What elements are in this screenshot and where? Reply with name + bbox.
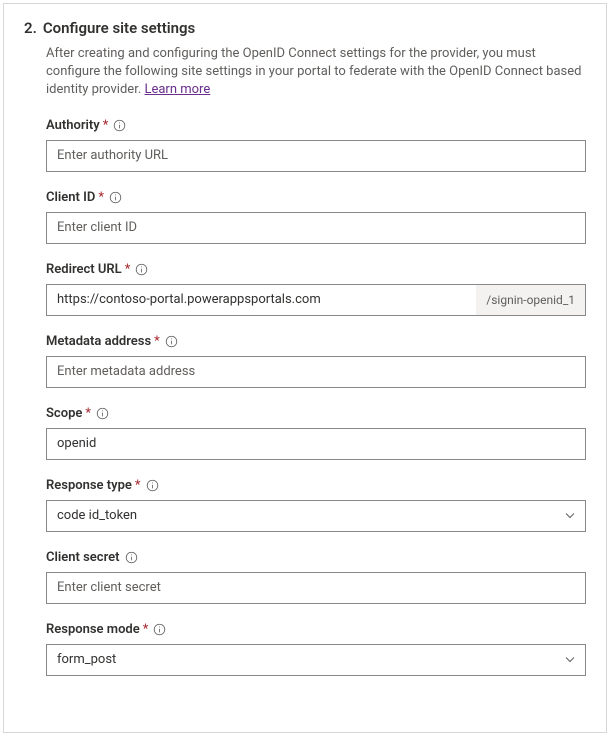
response-type-field: Response type * code id_token <box>46 478 586 532</box>
required-indicator: * <box>154 334 160 349</box>
client-id-label: Client ID <box>46 190 95 205</box>
response-mode-value: form_post <box>57 652 116 667</box>
client-secret-label: Client secret <box>46 550 120 565</box>
info-icon[interactable] <box>113 119 126 132</box>
scope-label: Scope <box>46 406 82 421</box>
redirect-url-field: Redirect URL * /signin-openid_1 <box>46 262 586 316</box>
response-type-select[interactable]: code id_token <box>46 500 586 532</box>
response-mode-field: Response mode * form_post <box>46 622 586 676</box>
fields-container: Authority * Client ID * Redirect URL <box>46 118 586 676</box>
client-secret-field: Client secret <box>46 550 586 604</box>
client-id-input[interactable] <box>46 212 586 244</box>
step-number: 2. <box>24 19 37 37</box>
authority-field: Authority * <box>46 118 586 172</box>
client-secret-input[interactable] <box>46 572 586 604</box>
scope-input[interactable] <box>46 428 586 460</box>
info-icon[interactable] <box>146 479 159 492</box>
required-indicator: * <box>125 262 131 277</box>
response-type-value: code id_token <box>57 508 137 523</box>
redirect-url-input[interactable] <box>46 284 476 316</box>
info-icon[interactable] <box>165 335 178 348</box>
info-icon[interactable] <box>109 191 122 204</box>
info-icon[interactable] <box>135 263 148 276</box>
metadata-address-field: Metadata address * <box>46 334 586 388</box>
response-type-label: Response type <box>46 478 132 493</box>
response-mode-select[interactable]: form_post <box>46 644 586 676</box>
scope-field: Scope * <box>46 406 586 460</box>
section-description: After creating and configuring the OpenI… <box>46 45 586 100</box>
info-icon[interactable] <box>125 551 138 564</box>
required-indicator: * <box>143 622 149 637</box>
authority-input[interactable] <box>46 140 586 172</box>
required-indicator: * <box>98 190 104 205</box>
required-indicator: * <box>135 478 141 493</box>
client-id-field: Client ID * <box>46 190 586 244</box>
learn-more-link[interactable]: Learn more <box>144 82 210 97</box>
section-title: Configure site settings <box>43 19 195 37</box>
required-indicator: * <box>103 118 109 133</box>
metadata-address-input[interactable] <box>46 356 586 388</box>
info-icon[interactable] <box>153 623 166 636</box>
required-indicator: * <box>85 406 91 421</box>
redirect-url-suffix: /signin-openid_1 <box>476 284 586 316</box>
description-text: After creating and configuring the OpenI… <box>46 46 581 97</box>
metadata-address-label: Metadata address <box>46 334 151 349</box>
authority-label: Authority <box>46 118 100 133</box>
redirect-url-label: Redirect URL <box>46 262 122 277</box>
info-icon[interactable] <box>96 407 109 420</box>
section-header: 2. Configure site settings <box>24 19 586 37</box>
response-mode-label: Response mode <box>46 622 140 637</box>
configure-site-settings-panel: 2. Configure site settings After creatin… <box>3 3 607 733</box>
